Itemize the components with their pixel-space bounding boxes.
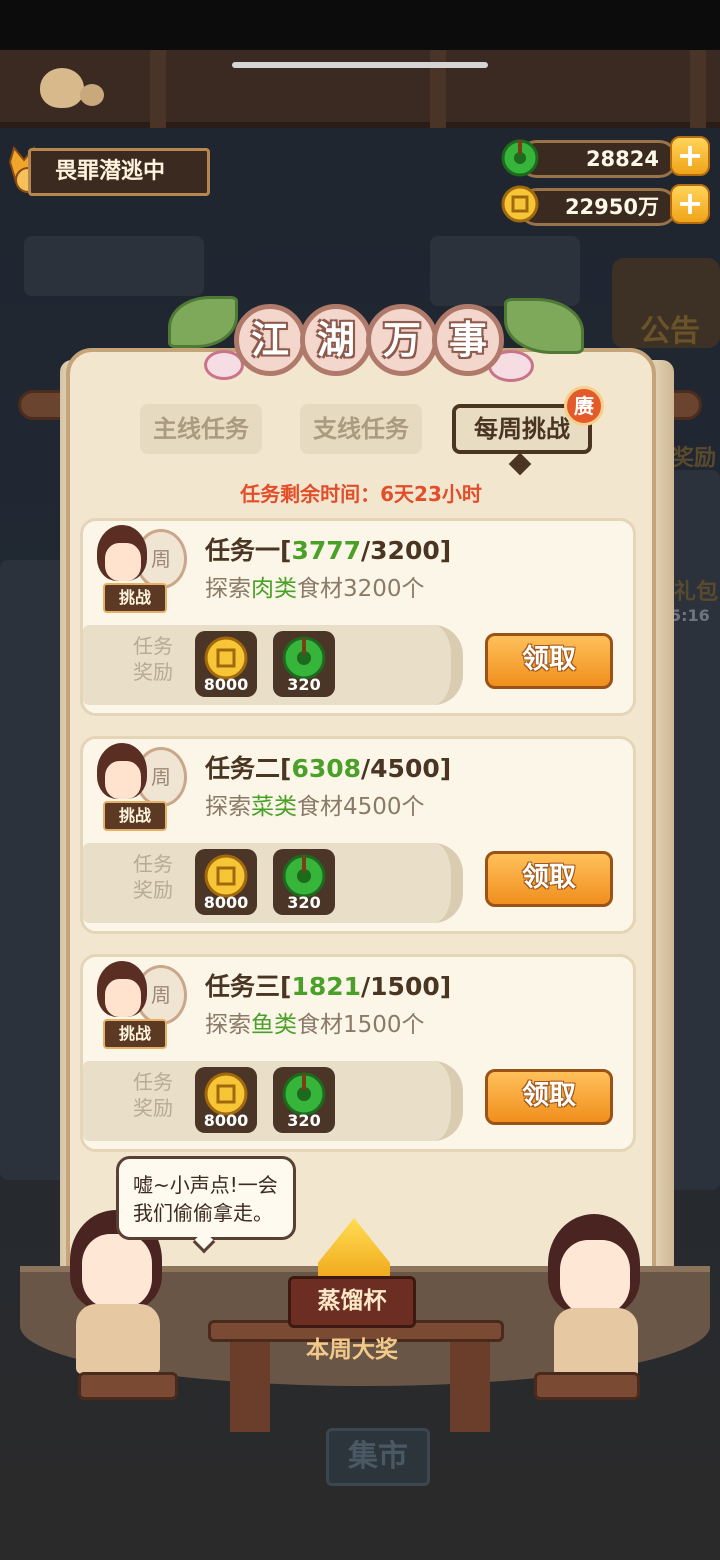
add-coin-button[interactable]: + xyxy=(670,184,710,224)
chick-decoration xyxy=(40,68,84,108)
avatar-face xyxy=(105,761,141,799)
claim-button[interactable]: 领取 xyxy=(485,851,613,907)
trophy-name[interactable]: 蒸馏杯 xyxy=(288,1276,416,1328)
reward-coin-item: 8000 xyxy=(195,849,257,915)
task-card: 周 挑战 任务三[1821/1500] 探索鱼类食材1500个 任务奖励 800… xyxy=(80,954,636,1152)
status-bar-area xyxy=(0,0,720,50)
task-progress-current: 6308 xyxy=(291,754,362,783)
reward-jade-item: 320 xyxy=(273,1067,335,1133)
task-description: 探索肉类食材3200个 xyxy=(205,576,425,602)
beam-post xyxy=(150,50,166,128)
add-jade-button[interactable]: + xyxy=(670,136,710,176)
coin-icon xyxy=(501,185,539,223)
challenge-tag: 挑战 xyxy=(103,583,167,613)
reward-jade-item: 320 xyxy=(273,631,335,697)
stool xyxy=(534,1372,640,1400)
task-description: 探索鱼类食材1500个 xyxy=(205,1012,425,1038)
speech-bubble: 嘘~小声点!一会我们偷偷拿走。 xyxy=(116,1156,296,1240)
task-card: 周 挑战 任务二[6308/4500] 探索菜类食材4500个 任务奖励 800… xyxy=(80,736,636,934)
task-progress-current: 3777 xyxy=(291,536,362,565)
notice-label: 公告 xyxy=(640,314,700,349)
avatar-face xyxy=(105,979,141,1017)
girl-robe xyxy=(76,1304,160,1374)
reward-scroll: 任务奖励 8000 320 xyxy=(83,843,463,923)
stool xyxy=(78,1372,178,1400)
tab-main-quest[interactable]: 主线任务 xyxy=(140,404,262,454)
chick-decoration xyxy=(80,84,104,106)
coin-counter: 22950万 xyxy=(518,188,678,226)
reward-jade-amount: 320 xyxy=(287,1111,321,1130)
title-char: 江 xyxy=(234,304,306,376)
title-char: 万 xyxy=(366,304,438,376)
gift-timer: 5:16 xyxy=(670,606,710,625)
task-description: 探索菜类食材4500个 xyxy=(205,794,425,820)
background-shape xyxy=(430,236,580,306)
reward-scroll: 任务奖励 8000 320 xyxy=(83,625,463,705)
background-shape xyxy=(24,236,204,296)
girl-face xyxy=(82,1234,152,1308)
jade-counter: 28824 xyxy=(518,140,678,178)
reward-jade-item: 320 xyxy=(273,849,335,915)
weekly-prize-label: 本周大奖 xyxy=(306,1337,398,1363)
task-title: 任务二[6308/4500] xyxy=(205,754,452,783)
claim-button[interactable]: 领取 xyxy=(485,1069,613,1125)
beam-post xyxy=(690,50,706,128)
reward-coin-amount: 8000 xyxy=(203,1111,249,1130)
avatar-face xyxy=(105,543,141,581)
reward-coin-item: 8000 xyxy=(195,1067,257,1133)
time-remaining: 任务剩余时间：6天23小时 xyxy=(240,482,482,506)
reward-coin-amount: 8000 xyxy=(203,675,249,694)
reward-label: 任务奖励 xyxy=(133,1070,173,1120)
girl-face xyxy=(560,1240,630,1314)
reward-coin-amount: 8000 xyxy=(203,893,249,912)
task-card: 周 挑战 任务一[3777/3200] 探索肉类食材3200个 任务奖励 800… xyxy=(80,518,636,716)
tab-side-quest[interactable]: 支线任务 xyxy=(300,404,422,454)
reward-hint: 奖励 xyxy=(672,446,717,471)
status-banner: 畏罪潜逃中 xyxy=(28,148,210,196)
reward-scroll: 任务奖励 8000 320 xyxy=(83,1061,463,1141)
girl-robe xyxy=(554,1308,638,1378)
challenge-tag: 挑战 xyxy=(103,1019,167,1049)
reward-jade-amount: 320 xyxy=(287,675,321,694)
challenge-avatar: 周 挑战 xyxy=(91,961,187,1053)
jade-icon xyxy=(501,139,539,177)
market-button[interactable]: 集市 xyxy=(326,1428,430,1486)
challenge-avatar: 周 挑战 xyxy=(91,743,187,835)
title-char: 事 xyxy=(432,304,504,376)
title-char: 湖 xyxy=(300,304,372,376)
reward-coin-item: 8000 xyxy=(195,631,257,697)
challenge-avatar: 周 挑战 xyxy=(91,525,187,617)
tab-badge: 赓 xyxy=(564,386,604,426)
reward-label: 任务奖励 xyxy=(133,634,173,684)
task-title: 任务一[3777/3200] xyxy=(205,536,452,565)
task-title: 任务三[1821/1500] xyxy=(205,972,452,1001)
reward-label: 任务奖励 xyxy=(133,852,173,902)
gift-hint: 礼包 xyxy=(674,580,719,605)
challenge-tag: 挑战 xyxy=(103,801,167,831)
home-indicator xyxy=(232,62,488,68)
task-progress-current: 1821 xyxy=(291,972,362,1001)
reward-jade-amount: 320 xyxy=(287,893,321,912)
claim-button[interactable]: 领取 xyxy=(485,633,613,689)
